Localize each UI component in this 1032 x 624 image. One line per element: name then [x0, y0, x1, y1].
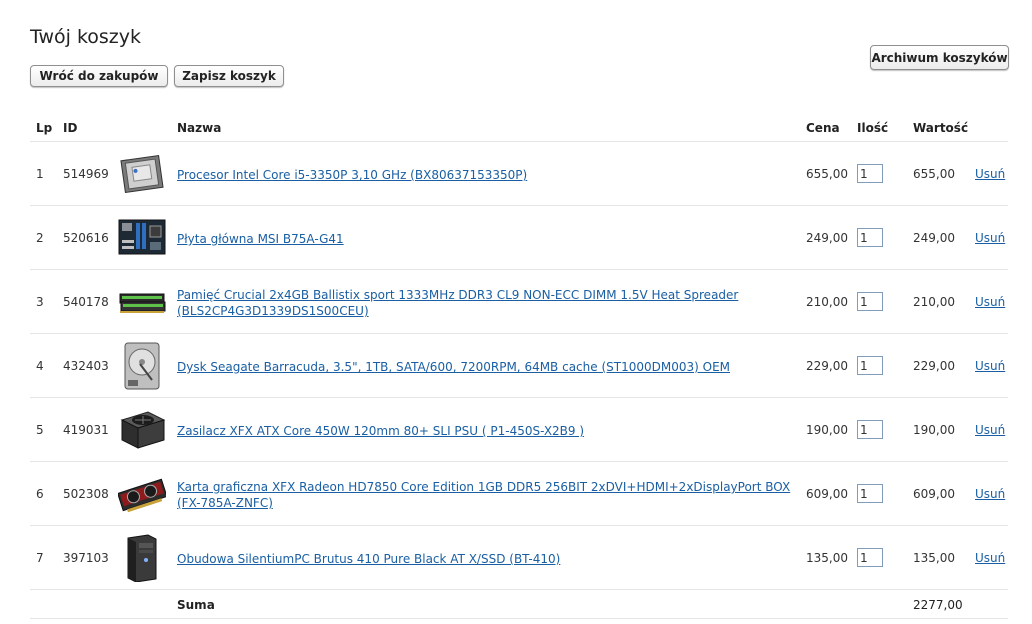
row-price: 190,00 [806, 423, 848, 437]
remove-link[interactable]: Usuń [975, 167, 1005, 181]
row-value: 135,00 [913, 551, 955, 565]
row-price: 609,00 [806, 487, 848, 501]
case-icon[interactable] [118, 534, 166, 583]
product-name-link[interactable]: Zasilacz XFX ATX Core 450W 120mm 80+ SLI… [177, 423, 797, 439]
quantity-input[interactable] [857, 356, 883, 375]
remove-link[interactable]: Usuń [975, 295, 1005, 309]
product-name-link[interactable]: Procesor Intel Core i5-3350P 3,10 GHz (B… [177, 167, 797, 183]
row-value: 609,00 [913, 487, 955, 501]
row-id: 432403 [63, 359, 109, 373]
table-row: 3 540178 Pamięć Crucial 2x4GB Ballistix sp… [30, 270, 1008, 334]
motherboard-icon[interactable] [118, 214, 166, 262]
quantity-input[interactable] [857, 420, 883, 439]
header-price: Cena [806, 121, 840, 135]
row-lp: 6 [36, 487, 44, 501]
bottom-divider [30, 618, 1008, 619]
row-lp: 2 [36, 231, 44, 245]
row-lp: 5 [36, 423, 44, 437]
table-row: 2 520616 Płyta główna MSI B75A-G41 249,00 24… [30, 206, 1008, 270]
ram-icon[interactable] [118, 278, 166, 326]
sum-divider [30, 589, 1008, 590]
table-row: 7 397103 Obudowa SilentiumPC Brutus 410 Pu… [30, 526, 1008, 590]
product-name-link[interactable]: Płyta główna MSI B75A-G41 [177, 231, 797, 247]
hdd-icon[interactable] [118, 342, 166, 390]
table-row: 4 432403 Dysk Seagate Barracuda, 3.5", 1TB… [30, 334, 1008, 398]
remove-link[interactable]: Usuń [975, 231, 1005, 245]
cpu-icon[interactable] [118, 150, 166, 198]
row-lp: 4 [36, 359, 44, 373]
table-row: 1 514969 Procesor Intel Core i5-3350P 3,10… [30, 142, 1008, 206]
quantity-input[interactable] [857, 164, 883, 183]
header-qty: Ilość [857, 121, 889, 135]
row-price: 229,00 [806, 359, 848, 373]
table-row: 6 502308 Karta graficzna XFX Radeon HD7850… [30, 462, 1008, 526]
row-lp: 3 [36, 295, 44, 309]
page-title: Twój koszyk [30, 26, 142, 48]
header-lp: Lp [36, 121, 53, 135]
row-price: 135,00 [806, 551, 848, 565]
row-price: 249,00 [806, 231, 848, 245]
psu-icon[interactable] [118, 406, 166, 454]
product-name-link[interactable]: Karta graficzna XFX Radeon HD7850 Core E… [177, 479, 797, 511]
remove-link[interactable]: Usuń [975, 423, 1005, 437]
gpu-icon[interactable] [117, 470, 168, 518]
remove-link[interactable]: Usuń [975, 487, 1005, 501]
sum-label: Suma [177, 598, 215, 612]
row-value: 229,00 [913, 359, 955, 373]
row-id: 397103 [63, 551, 109, 565]
row-value: 210,00 [913, 295, 955, 309]
row-lp: 1 [36, 167, 44, 181]
product-name-link[interactable]: Pamięć Crucial 2x4GB Ballistix sport 133… [177, 287, 797, 319]
product-name-link[interactable]: Obudowa SilentiumPC Brutus 410 Pure Blac… [177, 551, 797, 567]
quantity-input[interactable] [857, 548, 883, 567]
quantity-input[interactable] [857, 228, 883, 247]
row-id: 520616 [63, 231, 109, 245]
remove-link[interactable]: Usuń [975, 359, 1005, 373]
row-price: 210,00 [806, 295, 848, 309]
quantity-input[interactable] [857, 292, 883, 311]
row-id: 502308 [63, 487, 109, 501]
row-price: 655,00 [806, 167, 848, 181]
row-id: 514969 [63, 167, 109, 181]
row-id: 540178 [63, 295, 109, 309]
row-value: 655,00 [913, 167, 955, 181]
header-id: ID [63, 121, 78, 135]
row-value: 249,00 [913, 231, 955, 245]
table-row: 5 419031 Zasilacz XFX ATX Core 450W 120mm … [30, 398, 1008, 462]
header-value: Wartość [913, 121, 969, 135]
save-cart-button[interactable]: Zapisz koszyk [174, 65, 284, 87]
remove-link[interactable]: Usuń [975, 551, 1005, 565]
quantity-input[interactable] [857, 484, 883, 503]
row-lp: 7 [36, 551, 44, 565]
row-value: 190,00 [913, 423, 955, 437]
header-name: Nazwa [177, 121, 222, 135]
sum-value: 2277,00 [913, 598, 963, 612]
cart-archive-button[interactable]: Archiwum koszyków [870, 45, 1009, 70]
product-name-link[interactable]: Dysk Seagate Barracuda, 3.5", 1TB, SATA/… [177, 359, 797, 375]
back-to-shopping-button[interactable]: Wróć do zakupów [30, 65, 168, 87]
row-id: 419031 [63, 423, 109, 437]
